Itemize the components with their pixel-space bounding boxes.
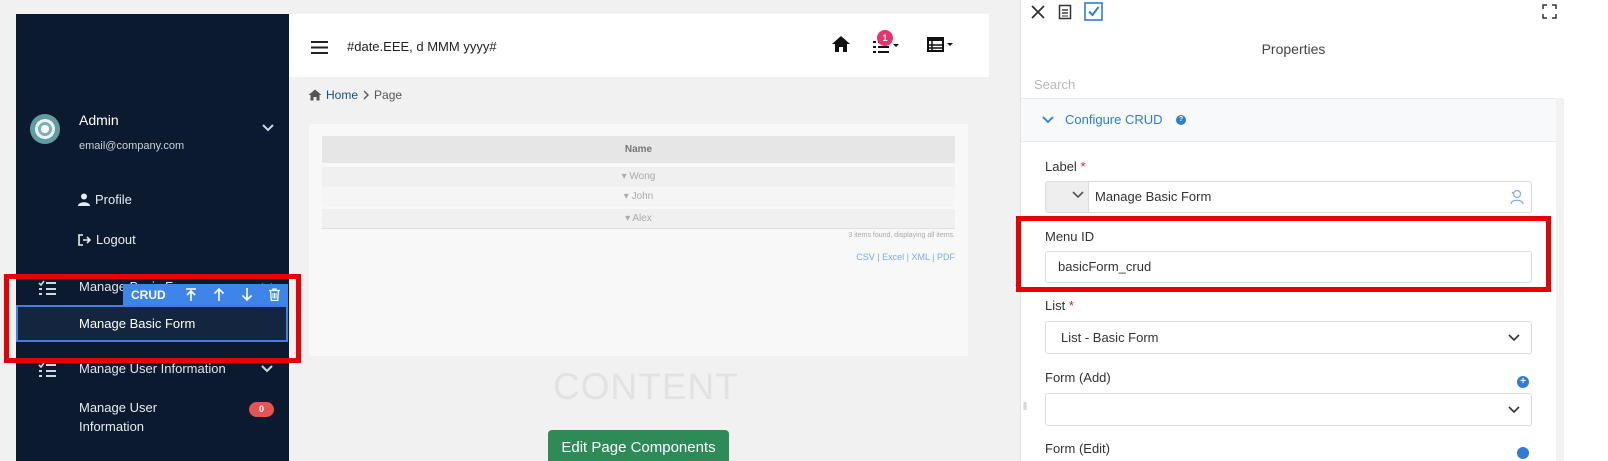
user-icon [78, 193, 90, 206]
user-name: Admin [79, 112, 119, 128]
export-links[interactable]: CSV | Excel | XML | PDF [322, 252, 955, 262]
table-row[interactable]: ▾ Alex [322, 209, 955, 229]
home-icon [308, 89, 322, 101]
sign-out-icon [78, 233, 91, 246]
caret-down-icon: ▾ [623, 191, 632, 202]
breadcrumb: Home Page [308, 88, 402, 102]
top-navbar: #date.EEE, d MMM yyyy# 1 [289, 14, 989, 77]
list-selected-value[interactable]: List - Basic Form [1061, 330, 1159, 345]
chevron-down-icon [1508, 334, 1520, 342]
table-dropdown-icon[interactable] [927, 36, 959, 54]
expand-icon[interactable] [1542, 4, 1557, 19]
breadcrumb-current: Page [374, 88, 403, 102]
logout-link[interactable]: Logout [78, 232, 136, 247]
section-title[interactable]: Configure CRUD [1065, 112, 1163, 127]
edit-page-components-button[interactable]: Edit Page Components [548, 430, 729, 461]
menu-group-label: Manage User Information [79, 361, 226, 376]
tasks-icon [38, 362, 56, 377]
chevron-down-icon [1508, 406, 1520, 414]
required-mark: * [1068, 298, 1074, 313]
profile-label: Profile [95, 192, 132, 207]
table-row[interactable]: ▾ Wong [322, 167, 955, 187]
document-icon[interactable] [1058, 4, 1072, 20]
table-cell: Alex [632, 213, 652, 224]
menu-item-manage-user-information[interactable]: Manage User Information [79, 398, 189, 436]
close-icon[interactable] [1030, 4, 1046, 20]
required-mark: * [1080, 159, 1086, 174]
items-found-text: 3 items found, displaying all items. [848, 232, 955, 239]
home-icon[interactable] [831, 35, 851, 53]
form-edit-caption: Form (Edit) [1045, 441, 1110, 456]
add-form-plus-icon[interactable] [1517, 447, 1529, 459]
table-row[interactable]: ▾ John [322, 187, 955, 207]
logout-label: Logout [96, 232, 136, 247]
table-header-name[interactable]: Name [322, 136, 955, 163]
chevron-down-icon[interactable] [1042, 115, 1054, 125]
highlight-box [4, 274, 301, 363]
form-add-select[interactable] [1045, 393, 1532, 426]
panel-gutter [1568, 0, 1608, 461]
form-add-caption: Form (Add) [1045, 370, 1111, 385]
chevron-down-icon [261, 365, 273, 373]
table-cell: Wong [629, 171, 656, 182]
panel-title: Properties [1261, 41, 1326, 57]
user-avatar[interactable] [30, 114, 60, 144]
profile-link[interactable]: Profile [78, 192, 132, 207]
translate-icon[interactable] [1509, 189, 1525, 205]
chevron-down-icon [1072, 191, 1084, 199]
label-field-caption: Label * [1045, 159, 1086, 174]
search-input[interactable] [1034, 73, 1554, 95]
table-cell: John [631, 191, 654, 202]
chevron-down-icon[interactable] [260, 120, 276, 136]
list-field-caption: List * [1045, 298, 1074, 313]
caption-text: List [1045, 298, 1066, 313]
label-value[interactable]: Manage Basic Form [1095, 189, 1211, 204]
notification-badge: 1 [877, 30, 893, 46]
help-icon[interactable]: ? [1176, 115, 1186, 125]
breadcrumb-home-link[interactable]: Home [326, 88, 358, 102]
caption-text: Label [1045, 159, 1077, 174]
sidebar: Admin email@company.com Profile Logout M… [16, 14, 289, 461]
panel-resize-handle[interactable]: ‖ [1021, 398, 1029, 416]
add-form-plus-icon[interactable]: + [1517, 376, 1529, 388]
hamburger-menu-icon[interactable] [311, 41, 328, 54]
content-placeholder: CONTENT [553, 366, 739, 407]
chevron-right-icon [363, 90, 370, 100]
checkbox-checked-icon[interactable] [1084, 2, 1103, 21]
user-email: email@company.com [79, 140, 185, 152]
highlight-box [1016, 216, 1551, 292]
date-text: #date.EEE, d MMM yyyy# [347, 39, 497, 54]
scrollbar[interactable] [1556, 98, 1564, 461]
count-badge: 0 [249, 402, 274, 417]
content-panel: Name ▾ Wong ▾ John ▾ Alex 3 items found,… [309, 124, 968, 356]
